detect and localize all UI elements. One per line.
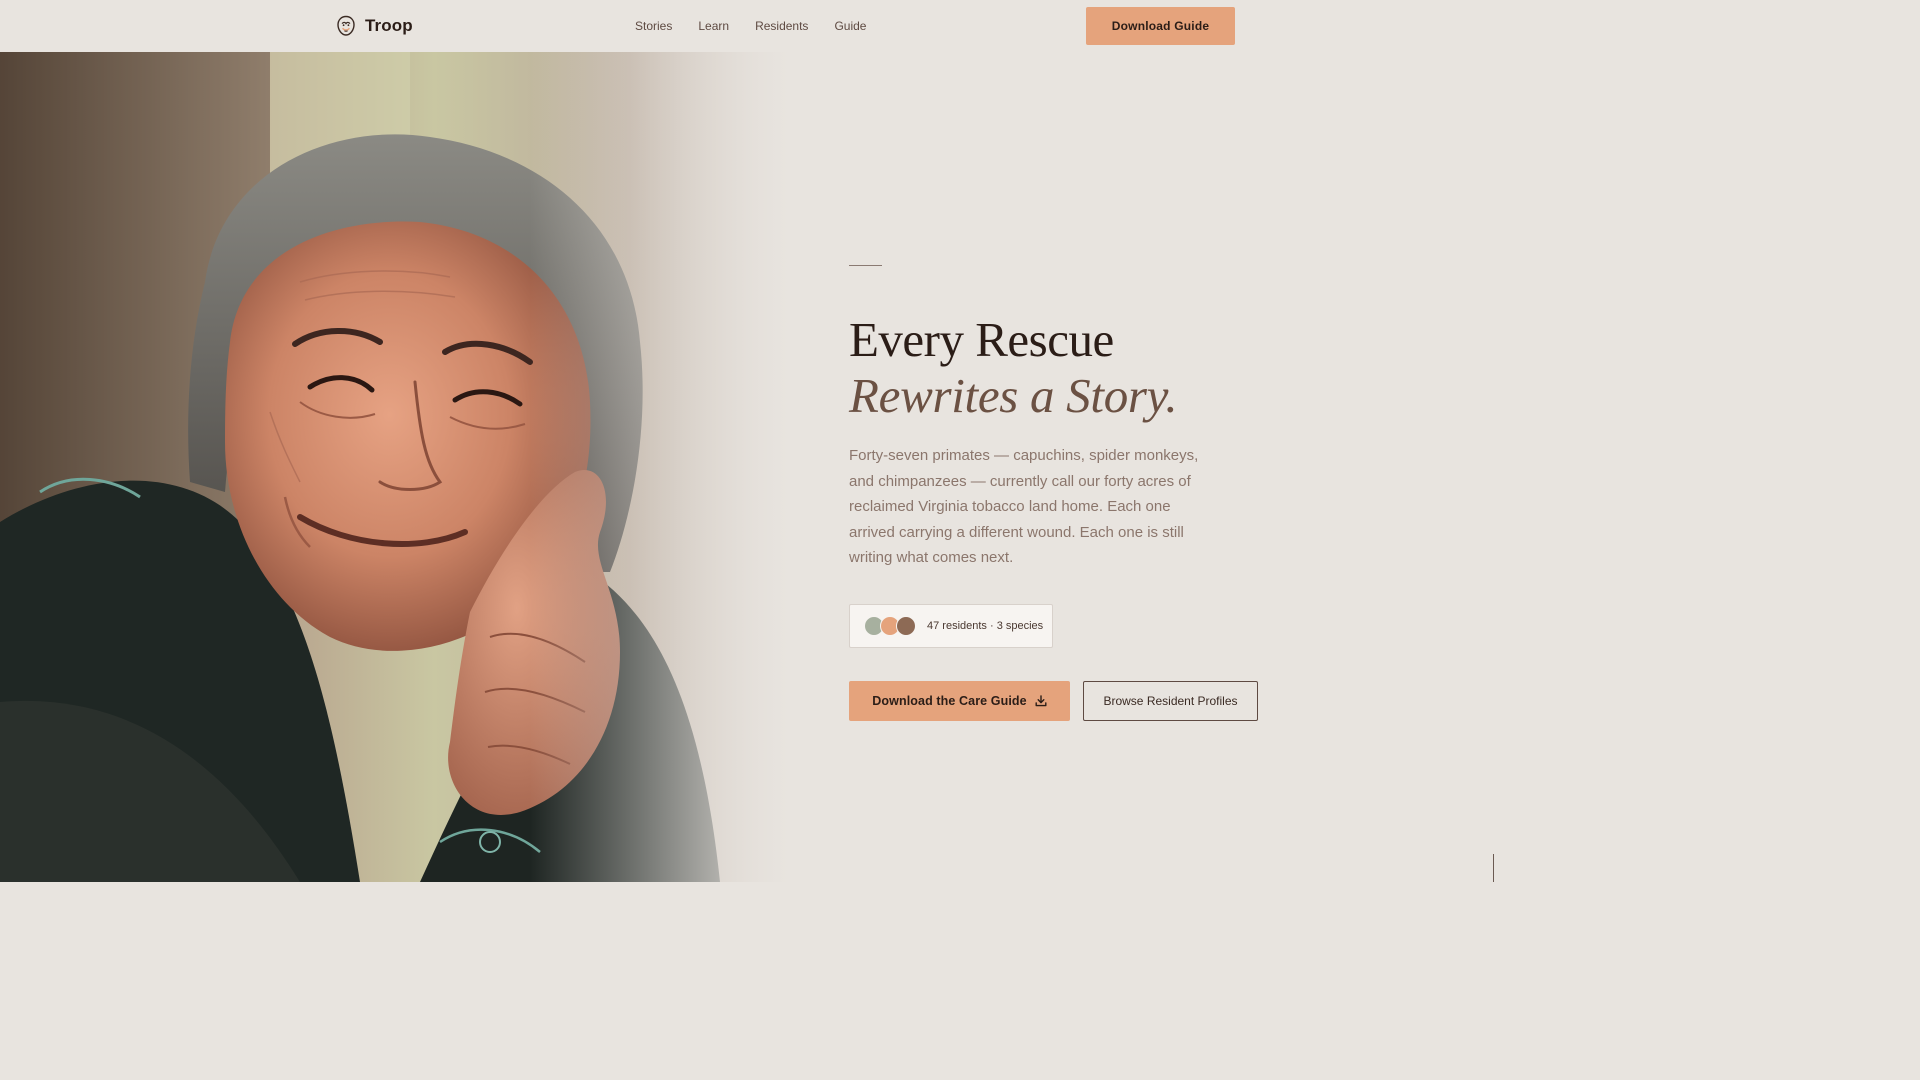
download-care-guide-button[interactable]: Download the Care Guide (849, 681, 1070, 721)
hero-description: Forty-seven primates — capuchins, spider… (849, 447, 1199, 567)
download-icon (1035, 695, 1047, 707)
accent-rule (849, 265, 882, 266)
resident-avatars (864, 616, 916, 636)
image-fade-overlay (530, 52, 790, 882)
hero-title: Every Rescue Rewrites a Story. (849, 312, 1329, 424)
browse-resident-profiles-button[interactable]: Browse Resident Profiles (1083, 681, 1258, 721)
hero-title-line-2: Rewrites a Story. (849, 368, 1178, 423)
brand-name: Troop (365, 16, 413, 35)
primary-nav: Stories Learn Residents Guide (635, 18, 866, 34)
hero-title-line-1: Every Rescue (849, 312, 1114, 367)
download-guide-button[interactable]: Download Guide (1086, 7, 1235, 45)
download-care-guide-label: Download the Care Guide (872, 694, 1027, 708)
monkey-face-icon (337, 15, 355, 36)
nav-link-stories[interactable]: Stories (635, 18, 672, 34)
nav-link-residents[interactable]: Residents (755, 18, 808, 34)
nav-link-guide[interactable]: Guide (834, 18, 866, 34)
top-navigation: Troop Stories Learn Residents Guide Down… (0, 0, 1568, 52)
nav-link-learn[interactable]: Learn (698, 18, 729, 34)
residents-stat-card: 47 residents · 3 species (849, 604, 1053, 648)
brand-logo-link[interactable]: Troop (336, 13, 413, 39)
hero-portrait-image (0, 52, 790, 882)
residents-stat-text: 47 residents · 3 species (927, 620, 1044, 632)
avatar (896, 616, 916, 636)
scroll-indicator (1493, 854, 1494, 882)
